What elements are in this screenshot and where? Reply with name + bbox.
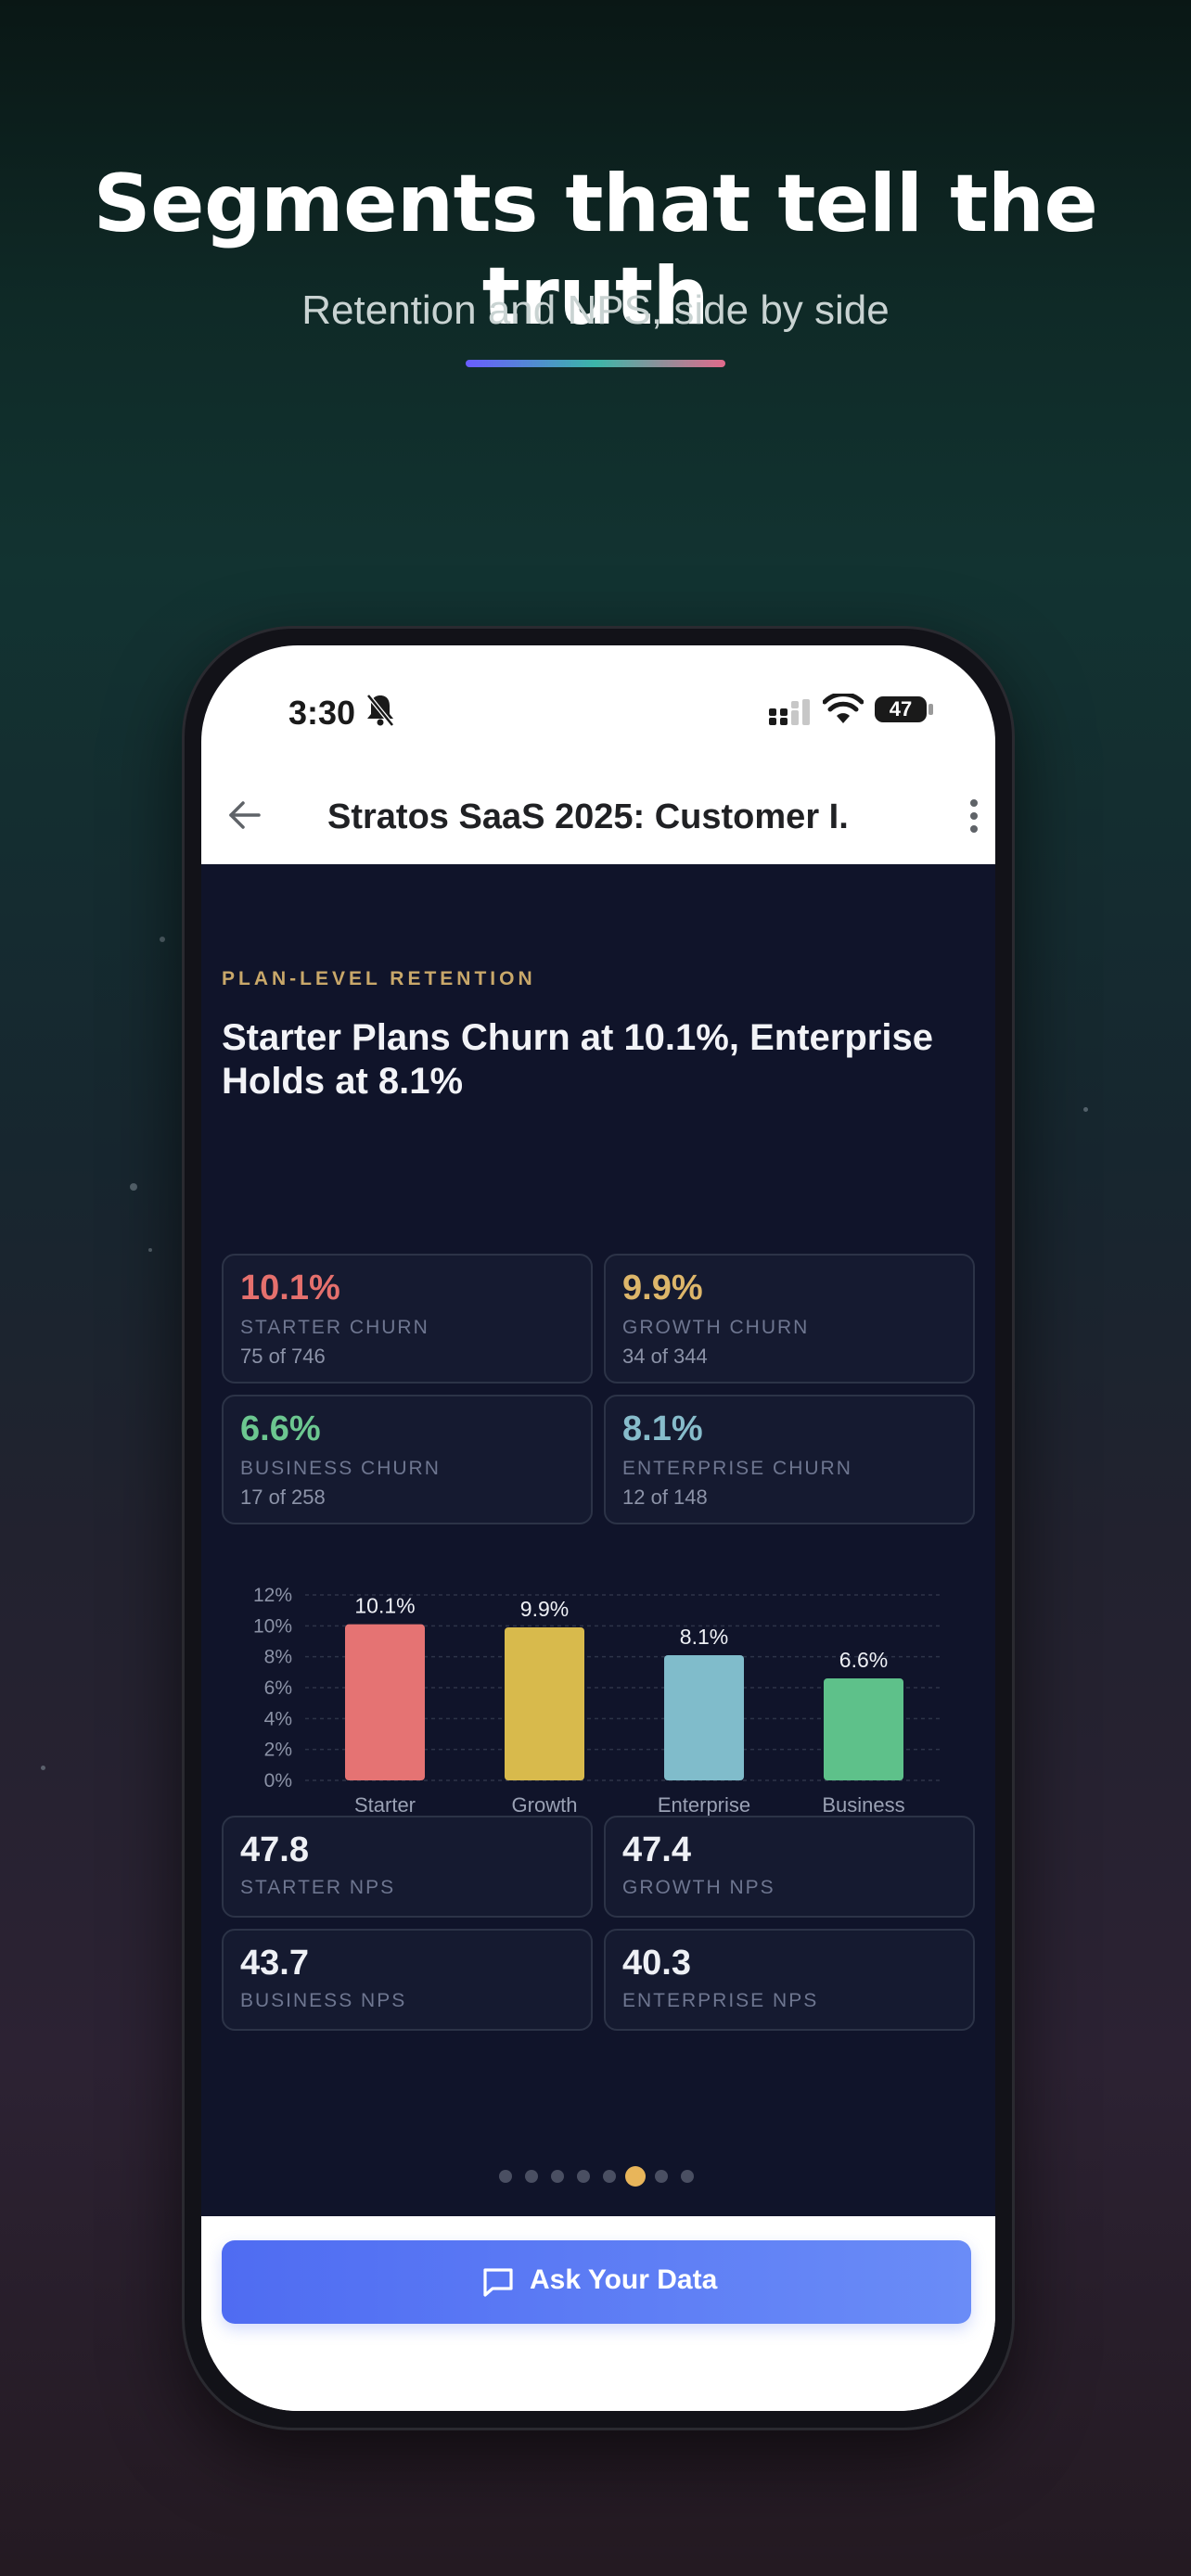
card-label: ENTERPRISE CHURN [622,1458,852,1479]
promo-underline [466,360,725,367]
more-vertical-icon[interactable] [967,796,980,836]
starter-nps-card: 47.8 STARTER NPS [222,1816,593,1918]
y-tick-label: 6% [264,1677,292,1699]
wifi-icon [823,694,864,723]
y-tick-label: 2% [264,1740,292,1761]
x-tick-label: Starter [354,1793,416,1816]
app-bar-title: Stratos SaaS 2025: Customer I... [327,797,847,836]
background-sparkle [1083,1107,1088,1112]
bar-enterprise [664,1655,744,1780]
page-dot[interactable] [577,2170,590,2183]
card-value: 47.4 [622,1830,691,1869]
signal-icon [769,699,810,725]
page-dot[interactable] [603,2170,616,2183]
chat-bubble-icon [483,2268,513,2297]
page-dot[interactable] [681,2170,694,2183]
background-sparkle [130,1183,137,1191]
card-label: GROWTH CHURN [622,1317,810,1338]
churn-bar-chart: 0% 2% 4% 6% 8% 10% 12% 10.1% Starter 9.9% Growth 8.… [253,1585,943,1816]
page-dot[interactable] [655,2170,668,2183]
starter-churn-card: 10.1% STARTER CHURN 75 of 746 [222,1254,593,1384]
y-tick-label: 12% [253,1585,292,1606]
phone-frame: 3:30 47 Stratos SaaS 2025: Customer I...… [182,626,1015,2430]
card-value: 43.7 [240,1944,309,1983]
slide-kicker: PLAN-LEVEL RETENTION [222,968,536,989]
promo-subtitle: Retention and NPS, side by side [301,287,890,333]
card-value: 47.8 [240,1830,309,1869]
ask-your-data-label: Ask Your Data [530,2264,718,2295]
page-dot[interactable] [525,2170,538,2183]
x-tick-label: Growth [512,1793,578,1816]
y-tick-label: 0% [264,1770,292,1792]
card-sub: 75 of 746 [240,1345,326,1368]
status-bar: 3:30 47 [201,645,995,738]
enterprise-churn-card: 8.1% ENTERPRISE CHURN 12 of 148 [604,1395,975,1524]
card-value: 10.1% [240,1269,340,1307]
bar-data-label: 8.1% [680,1625,728,1649]
bar-growth [505,1627,584,1780]
page-dot[interactable] [551,2170,564,2183]
card-sub: 12 of 148 [622,1486,708,1509]
bell-muted-icon [366,694,394,727]
bar-data-label: 6.6% [839,1648,888,1672]
back-arrow-icon[interactable] [224,794,266,836]
business-churn-card: 6.6% BUSINESS CHURN 17 of 258 [222,1395,593,1524]
bar-starter [345,1624,425,1780]
battery-indicator: 47 [875,696,927,722]
background-sparkle [148,1248,152,1252]
slide-headline: Starter Plans Churn at 10.1%, Enterprise… [222,1017,933,1102]
card-label: STARTER NPS [240,1877,396,1898]
battery-cap [928,704,933,715]
card-label: BUSINESS CHURN [240,1458,441,1479]
page-dot-active[interactable] [625,2166,646,2187]
app-bar: Stratos SaaS 2025: Customer I... [201,766,995,868]
card-value: 9.9% [622,1269,703,1307]
enterprise-nps-card: 40.3 ENTERPRISE NPS [604,1929,975,2031]
bar-business [824,1678,903,1780]
footer: Ask Your Data [201,2216,995,2411]
business-nps-card: 43.7 BUSINESS NPS [222,1929,593,2031]
card-label: GROWTH NPS [622,1877,775,1898]
y-tick-label: 10% [253,1615,292,1637]
status-time: 3:30 [288,694,356,732]
x-tick-label: Business [822,1793,904,1816]
bar-data-label: 10.1% [354,1594,415,1618]
phone-screen: 3:30 47 Stratos SaaS 2025: Customer I...… [201,645,995,2411]
page-dot[interactable] [499,2170,512,2183]
background-sparkle [41,1766,45,1770]
card-sub: 17 of 258 [240,1486,326,1509]
card-label: STARTER CHURN [240,1317,429,1338]
slide-content: PLAN-LEVEL RETENTION Starter Plans Churn… [201,864,995,2216]
background-sparkle [160,937,165,942]
card-label: ENTERPRISE NPS [622,1990,819,2011]
card-value: 40.3 [622,1944,691,1983]
card-sub: 34 of 344 [622,1345,708,1368]
page-indicator[interactable] [201,2164,995,2187]
card-value: 6.6% [240,1409,321,1448]
x-tick-label: Enterprise [658,1793,750,1816]
y-tick-label: 8% [264,1647,292,1668]
card-value: 8.1% [622,1409,703,1448]
ask-your-data-button[interactable]: Ask Your Data [222,2240,971,2324]
growth-nps-card: 47.4 GROWTH NPS [604,1816,975,1918]
bar-data-label: 9.9% [520,1597,569,1621]
y-tick-label: 4% [264,1708,292,1729]
growth-churn-card: 9.9% GROWTH CHURN 34 of 344 [604,1254,975,1384]
card-label: BUSINESS NPS [240,1990,407,2011]
